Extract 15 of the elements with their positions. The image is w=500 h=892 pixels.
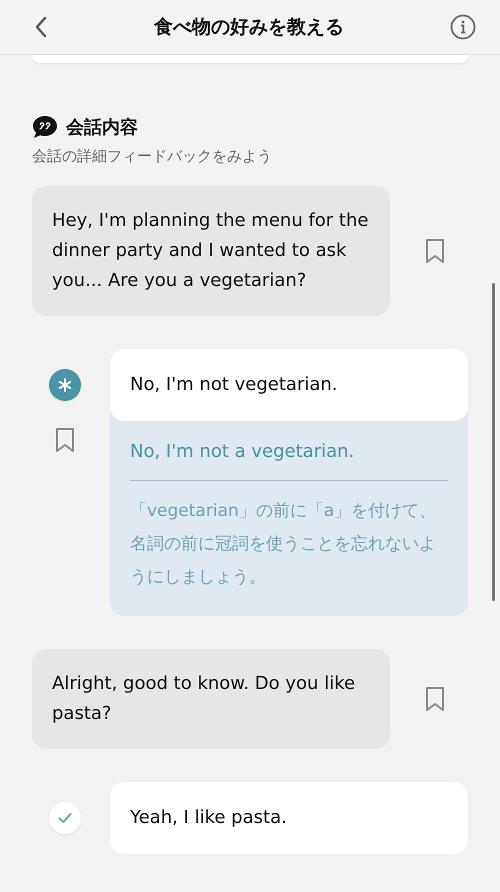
bookmark-icon[interactable]	[425, 686, 445, 712]
feedback-explanation: 「vegetarian」の前に「a」を付けて、名詞の前に冠詞を使うことを忘れないようにしましょう。	[130, 500, 438, 589]
corrected-sentence: No, I'm not a vegetarian.	[130, 441, 448, 481]
info-button[interactable]	[450, 14, 476, 40]
screen-title: 食べ物の好みを教える	[154, 15, 344, 40]
user-message: Yeah, I like pasta.	[110, 782, 468, 854]
partner-message: Hey, I'm planning the menu for the dinner party and I wanted to ask you... Are you a vegetarian?	[32, 186, 390, 316]
section-title: 会話内容	[66, 116, 138, 139]
back-button[interactable]	[34, 16, 48, 38]
user-message: No, I'm not vegetarian.	[110, 349, 468, 421]
quote-bubble-icon	[32, 115, 58, 139]
section-subtitle: 会話の詳細フィードバックをみよう	[32, 147, 273, 166]
partner-message: Alright, good to know. Do you like pasta?	[32, 649, 390, 749]
bookmark-icon[interactable]	[425, 238, 445, 264]
bookmark-icon[interactable]	[55, 427, 75, 453]
